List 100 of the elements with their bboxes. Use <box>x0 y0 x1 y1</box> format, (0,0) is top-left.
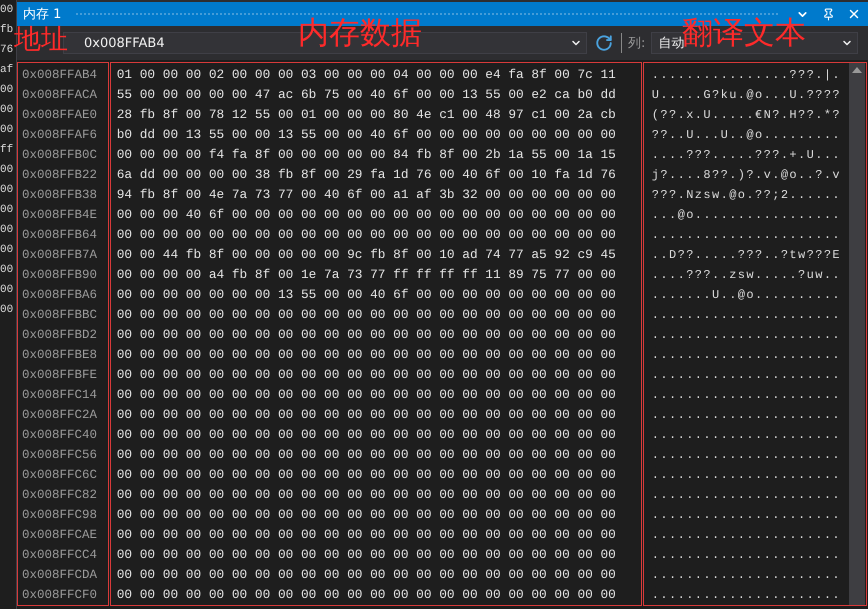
hex-bytes-row-text: 00 00 00 00 00 00 00 13 55 00 00 40 6f 00 00 00 00 00 00 00 00 00 <box>116 286 617 304</box>
hex-fragment: 00 <box>0 123 14 138</box>
ascii-text-row-text: ...................... <box>650 367 842 384</box>
refresh-icon <box>595 34 613 52</box>
hex-bytes-row-text: 01 00 00 00 02 00 00 00 03 00 00 00 04 00 00 00 e4 fa 8f 00 7c 11 <box>116 66 617 84</box>
ascii-text-row-text: ..D??.....???..?tw???E <box>650 247 842 264</box>
ascii-text-row-text: ...................... <box>650 507 842 524</box>
ascii-text-row-text: ??..U...U..@o......... <box>650 127 842 144</box>
ascii-text-row-text: ...................... <box>650 327 842 344</box>
ascii-text-row-text: ................???.|. <box>650 67 842 84</box>
hex-bytes-row-text: 00 00 00 00 00 00 00 00 00 00 00 00 00 00 00 00 00 00 00 00 00 00 <box>116 406 617 424</box>
hex-fragment: fb <box>0 23 14 38</box>
scroll-up-icon[interactable] <box>852 67 862 73</box>
hex-fragment: 00 <box>0 263 14 278</box>
hex-bytes-row-text: b0 dd 00 13 55 00 00 13 55 00 00 40 6f 00 00 00 00 00 00 00 00 00 <box>116 126 617 144</box>
ascii-text-row-text: ...................... <box>650 307 842 324</box>
hex-bytes-row-text: 00 00 00 00 00 00 00 00 00 00 00 00 00 00 00 00 00 00 00 00 00 00 <box>116 366 617 384</box>
hex-bytes-row-text: 00 00 00 00 00 00 00 00 00 00 00 00 00 00 00 00 00 00 00 00 00 00 <box>116 446 617 464</box>
hex-bytes-row-text: 94 fb 8f 00 4e 7a 73 77 00 40 6f 00 a1 af 3b 32 00 00 00 00 00 00 <box>116 186 617 204</box>
address-cell-text: 0x008FFB38 <box>21 187 98 204</box>
address-cell-text: 0x008FFCF0 <box>21 587 98 604</box>
hex-fragment: 00 <box>0 163 14 178</box>
hex-bytes-row-text: 00 00 00 00 00 00 00 00 00 00 00 00 00 00 00 00 00 00 00 00 00 00 <box>116 426 617 444</box>
ascii-text-row-text: ...................... <box>650 467 842 484</box>
ascii-text-row-text: ...................... <box>650 227 842 244</box>
address-cell-text: 0x008FFBE8 <box>21 347 98 364</box>
address-cell-text: 0x008FFCAE <box>21 527 98 544</box>
ascii-text-row-text: ....???.....???.+.U... <box>650 147 842 164</box>
ascii-text-row-text: ....???..zsw.....?uw.. <box>650 267 842 284</box>
hex-fragment: 00 <box>0 283 14 298</box>
address-cell-text: 0x008FFB22 <box>21 167 98 184</box>
close-icon <box>847 7 861 21</box>
hex-fragment: af <box>0 63 14 78</box>
hex-fragment: 00 <box>0 203 14 218</box>
address-cell-text: 0x008FFBFE <box>21 367 98 384</box>
ascii-text-row-text: .......U..@o.......... <box>650 287 842 304</box>
hex-bytes-row-text: 00 00 00 00 00 00 00 00 00 00 00 00 00 00 00 00 00 00 00 00 00 00 <box>116 466 617 484</box>
hex-bytes-row-text: 00 00 00 00 00 00 00 00 00 00 00 00 00 00 00 00 00 00 00 00 00 00 <box>116 226 617 244</box>
address-cell-text: 0x008FFAE0 <box>21 107 98 124</box>
address-cell-text: 0x008FFB7A <box>21 247 98 264</box>
address-cell-text: 0x008FFACA <box>21 87 98 104</box>
ascii-text-row-text: ???.Nzsw.@o.??;2...... <box>650 187 842 204</box>
hex-bytes-row-text: 00 00 00 00 00 00 00 00 00 00 00 00 00 00 00 00 00 00 00 00 00 00 <box>116 486 617 504</box>
hex-bytes-row-text: 55 00 00 00 00 00 47 ac 6b 75 00 40 6f 00 00 13 55 00 e2 ca b0 dd <box>116 86 617 104</box>
hex-bytes-row-text: 00 00 00 00 00 00 00 00 00 00 00 00 00 00 00 00 00 00 00 00 00 00 <box>116 546 617 564</box>
hex-bytes-row-text: 00 00 00 00 a4 fb 8f 00 1e 7a 73 77 ff ff ff ff 11 89 75 77 00 00 <box>116 266 617 284</box>
address-cell-text: 0x008FFB90 <box>21 267 98 284</box>
address-cell-text: 0x008FFC2A <box>21 407 98 424</box>
columns-label: 列: <box>628 35 646 52</box>
ascii-text-row-text: ...................... <box>650 567 842 584</box>
ascii-text-row-text: ...................... <box>650 427 842 444</box>
hex-fragment: 00 <box>0 183 14 198</box>
hex-bytes-row-text: 00 00 00 00 f4 fa 8f 00 00 00 00 00 84 fb 8f 00 2b 1a 55 00 1a 15 <box>116 146 617 164</box>
address-cell-text: 0x008FFB0C <box>21 147 98 164</box>
hex-bytes-row-text: 28 fb 8f 00 78 12 55 00 01 00 00 00 80 4e c1 00 48 97 c1 00 2a cb <box>116 106 617 124</box>
hex-bytes-row-text: 00 00 00 00 00 00 00 00 00 00 00 00 00 00 00 00 00 00 00 00 00 00 <box>116 566 617 584</box>
hex-bytes-row-text: 00 00 44 fb 8f 00 00 00 00 00 9c fb 8f 00 10 ad 74 77 a5 92 c9 45 <box>116 246 617 264</box>
hex-fragment: 00 <box>0 83 14 98</box>
pin-icon <box>822 8 834 20</box>
ascii-text-row-text: ...................... <box>650 407 842 424</box>
hex-bytes-row-text: 00 00 00 40 6f 00 00 00 00 00 00 00 00 00 00 00 00 00 00 00 00 00 <box>116 206 617 224</box>
address-cell-text: 0x008FFC56 <box>21 447 98 464</box>
ascii-text-row-text: (??.x.U.....€N?.H??.*? <box>650 107 842 124</box>
address-cell-text: 0x008FFAF6 <box>21 127 98 144</box>
hex-fragment: 00 <box>0 103 14 118</box>
ascii-text-row-text: ...................... <box>650 587 842 604</box>
address-cell-text: 0x008FFC40 <box>21 427 98 444</box>
ascii-text-row-text: j?....8??.)?.v.@o..?.v <box>650 167 842 184</box>
hex-bytes-row-text: 00 00 00 00 00 00 00 00 00 00 00 00 00 00 00 00 00 00 00 00 00 00 <box>116 326 617 344</box>
hex-fragment: 00 <box>0 303 14 318</box>
address-cell-text: 0x008FFBD2 <box>21 327 98 344</box>
address-cell-text: 0x008FFC82 <box>21 487 98 504</box>
address-cell-text: 0x008FFAB4 <box>21 67 98 84</box>
window-title: 内存 1 <box>23 6 62 23</box>
ascii-text-row-text: ...................... <box>650 347 842 364</box>
ascii-text-row-text: ...................... <box>650 487 842 504</box>
address-cell-text: 0x008FFC98 <box>21 507 98 524</box>
hex-fragment: ff <box>0 143 14 158</box>
ascii-text-row-text: ...................... <box>650 447 842 464</box>
hex-fragment: 00 <box>0 3 14 18</box>
hex-fragment: 00 <box>0 223 14 238</box>
hex-bytes-row-text: 00 00 00 00 00 00 00 00 00 00 00 00 00 00 00 00 00 00 00 00 00 00 <box>116 306 617 324</box>
hex-fragment: 76 <box>0 43 14 58</box>
hex-bytes-row-text: 00 00 00 00 00 00 00 00 00 00 00 00 00 00 00 00 00 00 00 00 00 00 <box>116 586 617 604</box>
hex-bytes-row-text: 00 00 00 00 00 00 00 00 00 00 00 00 00 00 00 00 00 00 00 00 00 00 <box>116 386 617 404</box>
ascii-text-row-text: ...................... <box>650 547 842 564</box>
address-cell-text: 0x008FFB64 <box>21 227 98 244</box>
address-cell-text: 0x008FFC14 <box>21 387 98 404</box>
ascii-text-row-text: ...................... <box>650 387 842 404</box>
hex-bytes-row-text: 6a dd 00 00 00 00 38 fb 8f 00 29 fa 1d 76 00 40 6f 00 10 fa 1d 76 <box>116 166 617 184</box>
address-cell-text: 0x008FFBA6 <box>21 287 98 304</box>
hex-bytes-row-text: 00 00 00 00 00 00 00 00 00 00 00 00 00 00 00 00 00 00 00 00 00 00 <box>116 506 617 524</box>
hex-fragment: 00 <box>0 243 14 258</box>
ascii-text-row-text: ...................... <box>650 527 842 544</box>
address-cell-text: 0x008FFC6C <box>21 467 98 484</box>
hex-bytes-row-text: 00 00 00 00 00 00 00 00 00 00 00 00 00 00 00 00 00 00 00 00 00 00 <box>116 346 617 364</box>
hex-bytes-row-text: 00 00 00 00 00 00 00 00 00 00 00 00 00 00 00 00 00 00 00 00 00 00 <box>116 526 617 544</box>
ascii-text-row-text: ...@o................. <box>650 207 842 224</box>
address-cell-text: 0x008FFCC4 <box>21 547 98 564</box>
address-cell-text: 0x008FFBBC <box>21 307 98 324</box>
